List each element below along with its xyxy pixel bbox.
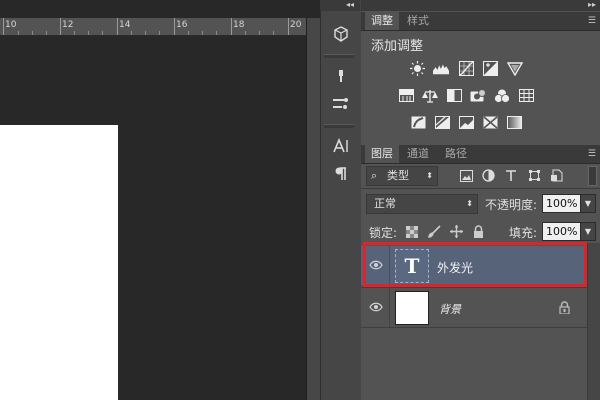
fill-dropdown-arrow[interactable]: ▼ [580,222,596,241]
ruler-label: 14 [119,20,131,30]
color-balance-icon[interactable] [422,88,438,103]
opacity-dropdown-arrow[interactable]: ▼ [580,194,596,213]
tab-styles[interactable]: 样式 [401,12,435,30]
curves-icon[interactable] [458,61,474,76]
opacity-field[interactable]: 100% [542,194,581,213]
exposure-icon[interactable] [482,61,498,76]
select-arrows-icon: ⬍ [466,199,473,208]
blend-mode-value: 正常 [374,197,396,210]
vertical-scrollbar[interactable] [306,18,321,400]
panel-menu-icon[interactable]: ☰ [588,16,596,26]
layer-name[interactable]: 背景 [439,301,461,317]
filter-type-layer-icon[interactable] [503,168,519,183]
gradient-map-icon[interactable] [506,115,522,130]
channel-mixer-icon[interactable] [494,88,510,103]
filter-pixel-layer-icon[interactable] [458,168,474,183]
posterize-icon[interactable] [434,115,450,130]
horizontal-ruler: 10 12 14 16 18 20 [0,18,306,36]
lock-icon [559,301,570,314]
panel-menu-icon[interactable]: ☰ [588,149,596,159]
filter-value: 类型 [387,169,409,182]
selection-highlight-box [363,242,587,287]
layer-filter-select[interactable]: ⌕ 类型 ⬍ [366,166,438,186]
photo-filter-icon[interactable] [470,88,486,103]
opacity-label: 不透明度: [485,198,538,212]
eye-icon[interactable] [369,300,383,314]
filter-toggle[interactable] [588,166,597,186]
invert-icon[interactable] [410,115,426,130]
vibrance-icon[interactable] [507,61,523,76]
3d-cube-icon[interactable] [330,24,352,44]
collapse-right-icon[interactable]: ▸▸ [588,0,596,9]
filter-smart-object-icon[interactable] [548,168,564,183]
threshold-icon[interactable] [458,115,474,130]
ruler-label: 20 [290,20,302,30]
filter-shape-layer-icon[interactable] [526,168,542,183]
levels-icon[interactable] [433,61,449,76]
blend-mode-select[interactable]: 正常 ⬍ [366,194,478,214]
brightness-contrast-icon[interactable] [409,61,425,76]
tab-channels[interactable]: 通道 [401,145,435,163]
layers-scrollbar[interactable] [587,243,600,400]
paragraph-icon[interactable] [330,164,352,184]
layer-row[interactable]: 背景 [361,288,587,327]
lock-position-icon[interactable] [448,224,464,239]
filter-adjustment-layer-icon[interactable] [480,168,496,183]
document-page[interactable] [0,125,118,400]
ruler-label: 18 [233,20,245,30]
search-icon: ⌕ [371,169,378,182]
tab-layers[interactable]: 图层 [365,145,399,163]
color-lookup-icon[interactable] [518,88,534,103]
character-icon[interactable] [330,136,352,156]
fill-label: 填充: [509,226,538,240]
layers-tabbar: 图层 通道 路径 ☰ [361,145,600,164]
adjustments-tabbar: 调整 样式 ☰ [361,12,600,31]
background-layer-thumbnail [395,291,429,325]
fill-field[interactable]: 100% [542,222,581,241]
panel-divider [361,188,600,189]
layer-separator [361,327,587,328]
brush-settings-icon[interactable] [330,94,352,114]
panels-header[interactable]: ▸▸ [361,0,600,11]
collapse-left-icon[interactable]: ◂◂ [346,0,354,9]
panel-dock [320,0,362,400]
hue-saturation-icon[interactable] [398,88,414,103]
dock-separator [324,54,354,58]
ruler-label: 10 [5,20,17,30]
ruler-label: 16 [176,20,188,30]
selective-color-icon[interactable] [482,115,498,130]
brush-icon[interactable] [330,66,352,86]
dock-header[interactable]: ◂◂ [320,0,360,11]
layer-thumb-divider [389,288,390,327]
dock-separator [324,124,354,128]
tab-adjustments[interactable]: 调整 [365,12,399,30]
lock-image-pixels-icon[interactable] [426,224,442,239]
tab-paths[interactable]: 路径 [439,145,473,163]
ruler-label: 12 [62,20,74,30]
lock-label: 锁定: [369,226,398,240]
adjustments-title: 添加调整 [371,39,424,54]
black-white-icon[interactable] [446,88,462,103]
select-arrows-icon: ⬍ [426,171,433,180]
lock-all-icon[interactable] [470,224,486,239]
lock-transparent-pixels-icon[interactable] [404,224,420,239]
